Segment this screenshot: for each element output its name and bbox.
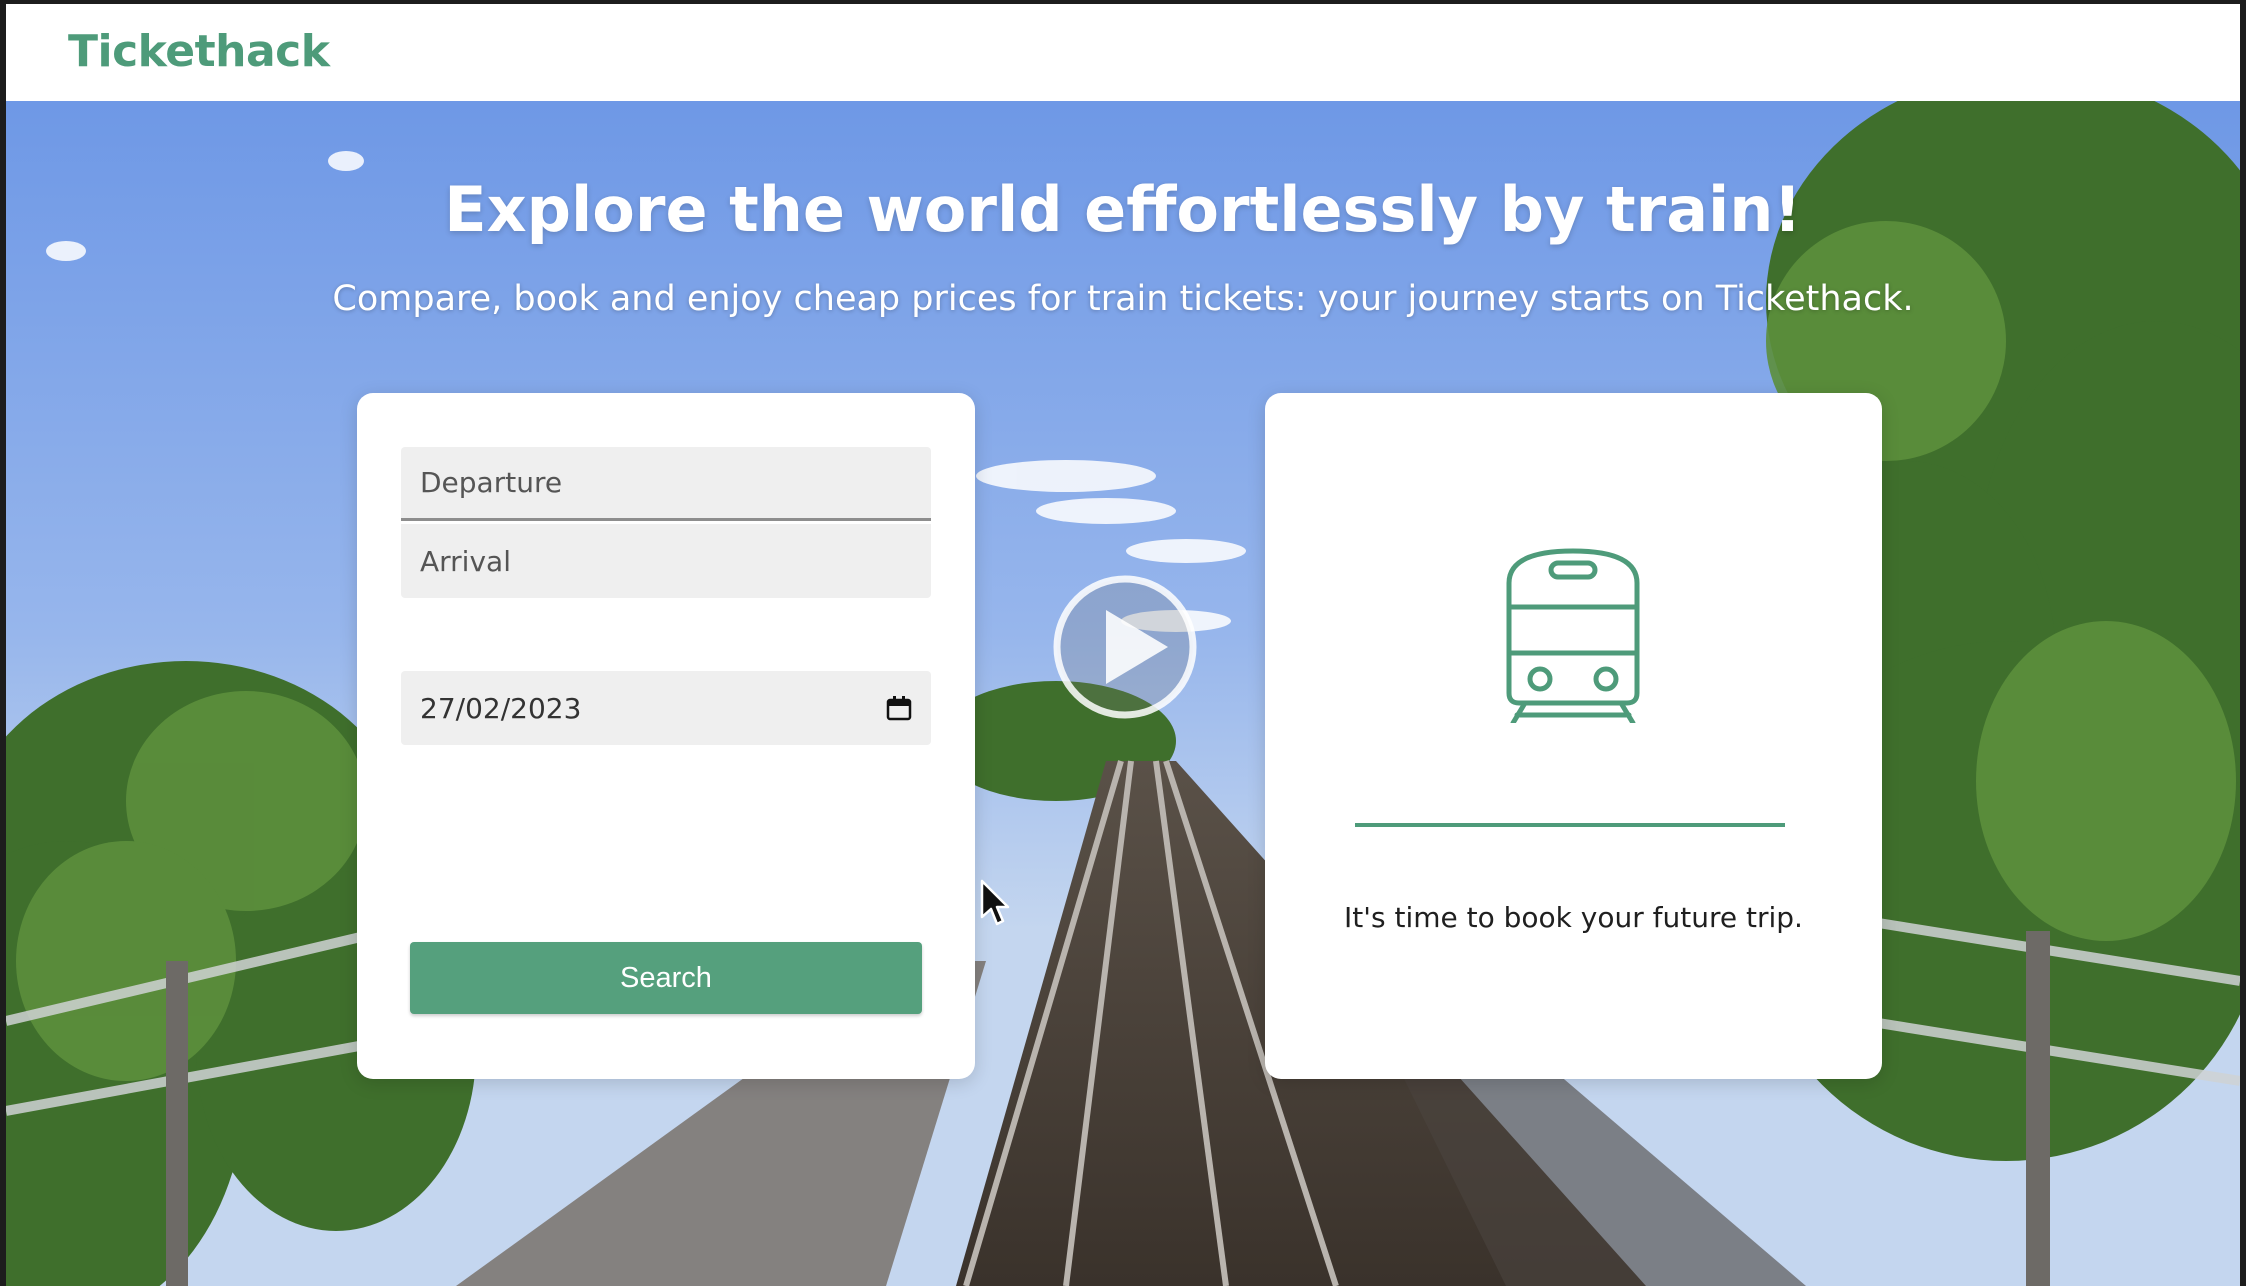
date-input[interactable]: 27/02/2023 xyxy=(401,671,931,745)
departure-input[interactable] xyxy=(401,447,931,521)
hero-title: Explore the world effortlessly by train! xyxy=(444,173,1802,246)
brand-logo[interactable]: Tickethack xyxy=(68,26,330,77)
hero-section: Explore the world effortlessly by train!… xyxy=(6,101,2240,1286)
hero-subtitle: Compare, book and enjoy cheap prices for… xyxy=(332,279,1914,319)
result-message: It's time to book your future trip. xyxy=(1344,901,1803,934)
date-value: 27/02/2023 xyxy=(420,691,582,725)
app-frame: Tickethack Explore the world effortlessl… xyxy=(6,4,2240,1286)
play-icon[interactable] xyxy=(1050,572,1200,722)
train-icon xyxy=(1506,548,1640,723)
cursor-icon xyxy=(980,879,1010,926)
result-card: It's time to book your future trip. xyxy=(1265,393,1882,1079)
result-divider xyxy=(1355,823,1785,827)
search-card: 27/02/2023 Search xyxy=(357,393,975,1079)
calendar-icon[interactable] xyxy=(886,695,912,721)
arrival-input[interactable] xyxy=(401,524,931,598)
top-bar: Tickethack xyxy=(6,4,2240,101)
search-button[interactable]: Search xyxy=(410,942,922,1014)
